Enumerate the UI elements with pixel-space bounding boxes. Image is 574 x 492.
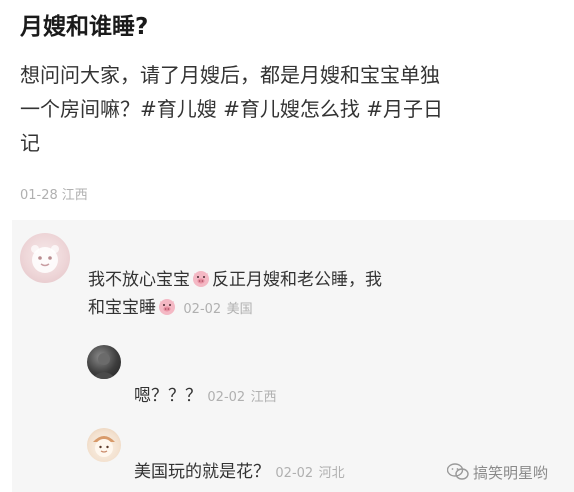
watermark-text: 搞笑明星哟: [473, 464, 549, 482]
reply-avatar[interactable]: [87, 428, 121, 462]
comment-1-text-a: 我不放心宝宝: [88, 270, 190, 290]
pig-emoji-icon: [191, 268, 211, 288]
comment-2-date: 02-02: [207, 390, 246, 405]
comment-3-date: 02-02: [275, 466, 314, 481]
reply-avatar[interactable]: [87, 345, 121, 379]
post-title: 月嫂和谁睡?: [20, 14, 149, 40]
comment-3: 美国玩的就是花？ 02-02 河北: [134, 458, 345, 488]
post-location: 江西: [61, 188, 88, 203]
post-meta: 01-28 江西: [20, 184, 88, 203]
comment-2-text: 嗯？？？: [134, 386, 202, 406]
comment-2: 嗯？？？ 02-02 江西: [134, 382, 277, 412]
post-date: 01-28: [20, 188, 58, 203]
comment-1-text-b: 反正月嫂和老公睡，我: [212, 270, 382, 290]
comment-1-line-2: 和宝宝睡 02-02 美国: [88, 294, 253, 324]
comment-1: 我不放心宝宝 反正月嫂和老公睡，我 和宝宝睡 02-02 美国: [88, 266, 382, 324]
comment-3-location: 河北: [318, 466, 345, 481]
comment-3-text: 美国玩的就是花？: [134, 462, 270, 482]
comment-1-text-c: 和宝宝睡: [88, 298, 156, 318]
commenter-avatar[interactable]: [20, 233, 70, 283]
pig-emoji-icon: [157, 296, 177, 316]
post-body-line-2: 一个房间嘛？#育儿嫂 #育儿嫂怎么找 #月子日: [20, 97, 443, 121]
comment-1-location: 美国: [226, 302, 253, 317]
post-body: 想问问大家，请了月嫂后，都是月嫂和宝宝单独 一个房间嘛？#育儿嫂 #育儿嫂怎么找…: [20, 58, 560, 160]
wechat-logo-icon: [446, 463, 469, 481]
comment-1-line-1: 我不放心宝宝 反正月嫂和老公睡，我: [88, 266, 382, 294]
watermark: 搞笑明星哟: [446, 462, 549, 483]
post-body-line-3: 记: [20, 131, 40, 155]
comment-1-date: 02-02: [183, 302, 222, 317]
post-body-line-1: 想问问大家，请了月嫂后，都是月嫂和宝宝单独: [20, 63, 440, 87]
comment-2-location: 江西: [250, 390, 277, 405]
